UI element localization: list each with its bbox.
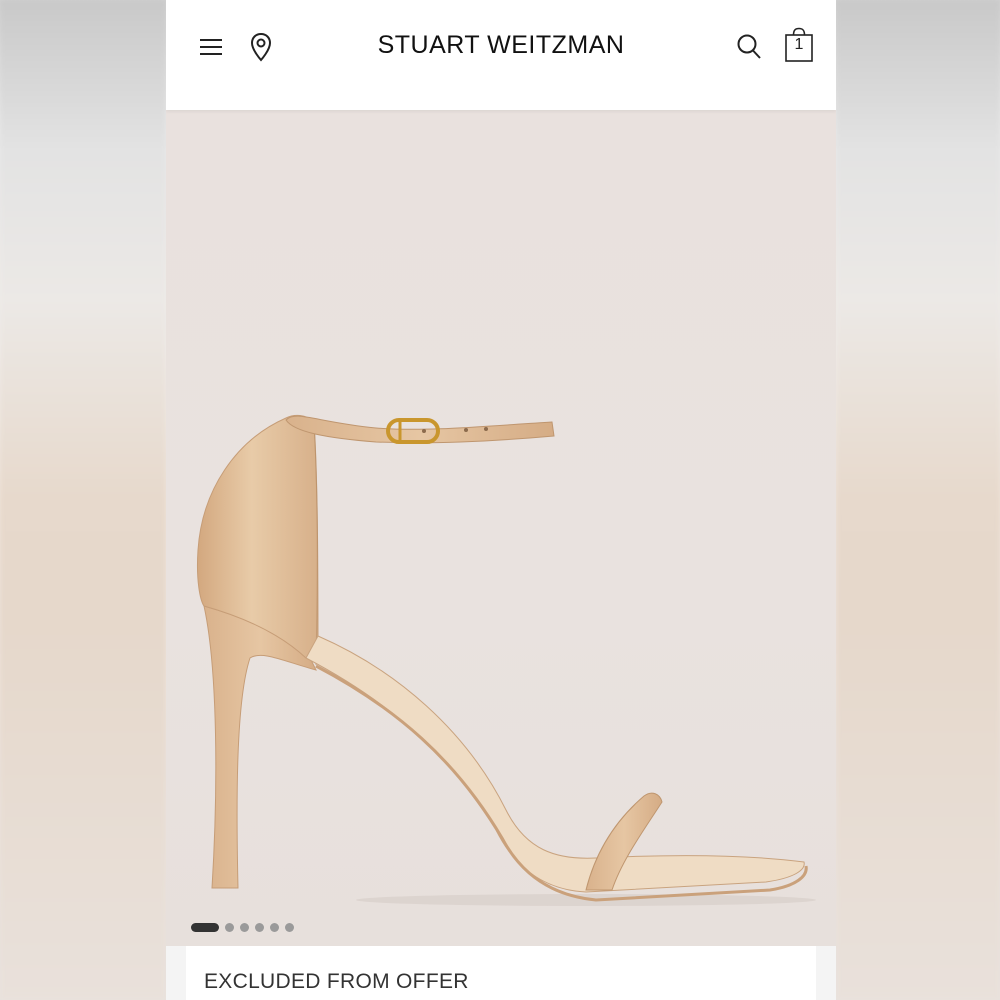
menu-button[interactable] <box>196 32 226 62</box>
hamburger-menu-icon <box>200 39 222 55</box>
promo-strip: EXCLUDED FROM OFFER <box>166 946 836 1000</box>
search-button[interactable] <box>734 30 764 64</box>
shopping-bag-button[interactable]: 1 <box>782 27 816 63</box>
gallery-dot-6[interactable] <box>285 922 294 932</box>
brand-logo[interactable]: STUART WEITZMAN <box>326 31 676 60</box>
gallery-dot-3[interactable] <box>240 922 249 932</box>
gallery-dot-1[interactable] <box>191 922 219 932</box>
gallery-dot-5[interactable] <box>270 922 279 932</box>
gallery-dot-4[interactable] <box>255 922 264 932</box>
bag-count-badge: 1 <box>794 36 804 53</box>
site-header: STUART WEITZMAN 1 <box>166 0 836 110</box>
store-locator-button[interactable] <box>246 30 276 64</box>
excluded-from-offer-label: EXCLUDED FROM OFFER <box>204 970 469 993</box>
product-image-gallery[interactable] <box>166 110 836 946</box>
product-image <box>197 414 816 906</box>
search-icon <box>737 34 761 59</box>
gallery-dot-2[interactable] <box>225 922 234 932</box>
background-blur-right <box>836 0 1000 1000</box>
promo-box: EXCLUDED FROM OFFER <box>186 946 816 1000</box>
map-pin-icon <box>250 32 272 62</box>
background-blur-left <box>0 0 166 1000</box>
gallery-pagination <box>191 922 294 932</box>
mobile-page: STUART WEITZMAN 1 EXCLUDED FROM OFFER <box>166 0 836 1000</box>
